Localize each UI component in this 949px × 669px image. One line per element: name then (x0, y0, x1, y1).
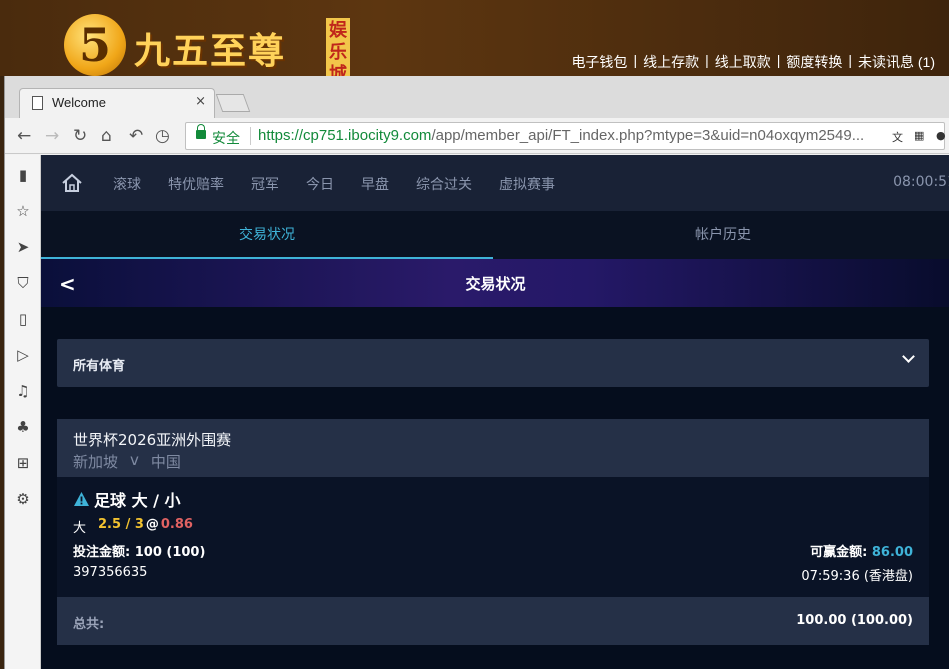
nav-today[interactable]: 今日 (306, 174, 334, 194)
address-toolbar: ← → ↻ ⌂ ↶ ◷ 安全 https://cp751.ibocity9.co… (5, 118, 949, 154)
back-arrow-icon[interactable]: ← (17, 126, 31, 146)
nav-early[interactable]: 早盘 (361, 174, 389, 194)
link-separator: | (848, 52, 852, 68)
link-withdraw[interactable]: 线上取款 (715, 52, 771, 72)
web-content: 滚球 特优赔率 冠军 今日 早盘 综合过关 虚拟赛事 08:00:51 交易状况… (41, 155, 949, 669)
phone-icon[interactable]: ▯ (13, 309, 33, 329)
browser-window: Welcome × ← → ↻ ⌂ ↶ ◷ 安全 https://cp751.i… (4, 76, 949, 669)
send-icon[interactable]: ➤ (13, 237, 33, 257)
home-team: 新加坡 (73, 453, 119, 471)
nav-live[interactable]: 滚球 (113, 174, 141, 194)
bookmark-icon[interactable]: ▮ (13, 165, 33, 185)
link-deposit[interactable]: 线上存款 (643, 52, 699, 72)
tab-bet-status[interactable]: 交易状况 (41, 211, 493, 259)
link-messages[interactable]: 未读讯息 (1) (858, 52, 935, 72)
star-icon[interactable]: ☆ (13, 201, 33, 221)
music-icon[interactable]: ♫ (13, 381, 33, 401)
link-transfer[interactable]: 额度转换 (786, 52, 842, 72)
stake-value: 100 (100) (134, 545, 206, 560)
qr-code-icon[interactable]: ▦ (914, 129, 928, 143)
bet-card-body: 足球 大 / 小 大 2.5 / 3 @ 0.86 投注金额: 100 (100… (57, 477, 929, 597)
chevron-down-icon (902, 350, 915, 363)
total-value: 100.00 (100.00) (796, 613, 913, 628)
browser-sidebar: ▮ ☆ ➤ ⛉ ▯ ▷ ♫ ♣ ⊞ ⚙ (5, 155, 41, 669)
shield-icon[interactable]: ⛉ (13, 273, 33, 293)
close-icon[interactable]: × (195, 94, 206, 109)
url-bar[interactable]: 安全 https://cp751.ibocity9.com/app/member… (185, 122, 946, 150)
link-separator: | (776, 52, 781, 68)
home-icon[interactable]: ⌂ (101, 126, 112, 146)
link-wallet[interactable]: 电子钱包 (571, 52, 627, 72)
url-text[interactable]: https://cp751.ibocity9.com/app/member_ap… (258, 127, 878, 144)
history-icon[interactable]: ◷ (155, 126, 170, 146)
bet-card-header: 世界杯2026亚洲外围赛 新加坡 v 中国 (57, 419, 929, 477)
new-tab-button[interactable] (215, 94, 251, 112)
match-teams: 新加坡 v 中国 (73, 451, 181, 472)
tab-title: Welcome (52, 95, 106, 110)
account-links: 电子钱包 | 线上存款 | 线上取款 | 额度转换 | 未读讯息 (1) (571, 52, 935, 72)
win-label: 可赢金额: (810, 545, 868, 560)
url-host: https://cp751.ibocity9.com (258, 127, 432, 144)
bet-time: 07:59:36 (香港盘) (801, 569, 913, 584)
browser-tab[interactable]: Welcome × (19, 88, 215, 118)
ticket-id: 397356635 (73, 565, 148, 580)
stake-label: 投注金额: (73, 545, 131, 560)
divider (250, 127, 251, 145)
translate-icon[interactable]: 文 (892, 129, 906, 144)
site-banner: 5 九五至尊 娱乐城 电子钱包 | 线上存款 | 线上取款 | 额度转换 | 未… (0, 0, 949, 76)
tab-account-history[interactable]: 帐户历史 (497, 211, 949, 259)
apps-icon[interactable]: ⊞ (13, 453, 33, 473)
logo-tag: 娱乐城 (326, 18, 350, 76)
tab-strip: Welcome × (5, 76, 949, 118)
sport-filter-value: 所有体育 (73, 359, 126, 374)
market-row: 足球 大 / 小 (73, 487, 181, 511)
market-name: 足球 大 / 小 (94, 491, 181, 510)
nav-parlay[interactable]: 综合过关 (416, 174, 472, 194)
at-sign: @ (145, 517, 159, 532)
main-nav: 滚球 特优赔率 冠军 今日 早盘 综合过关 虚拟赛事 08:00:51 (41, 155, 949, 211)
nav-outright[interactable]: 冠军 (251, 174, 279, 194)
section-header: < 交易状况 (41, 259, 949, 307)
win-value: 86.00 (871, 545, 913, 560)
reload-icon[interactable]: ↻ (73, 126, 87, 146)
league-name: 世界杯2026亚洲外围赛 (73, 431, 232, 449)
play-icon[interactable]: ▷ (13, 345, 33, 365)
logo-emblem: 5 (64, 14, 126, 76)
undo-icon[interactable]: ↶ (129, 126, 143, 146)
versus: v (130, 451, 139, 469)
selection: 大 (73, 521, 87, 536)
forward-arrow-icon[interactable]: → (45, 126, 59, 146)
sport-filter-dropdown[interactable]: 所有体育 (57, 339, 929, 387)
page-title: 交易状况 (465, 275, 526, 293)
link-separator: | (705, 52, 709, 68)
page-icon (32, 96, 43, 110)
sub-tabs: 交易状况 帐户历史 (41, 211, 949, 259)
home-icon[interactable] (61, 172, 83, 194)
handicap-line: 2.5 / 3 (98, 517, 144, 532)
potential-win: 可赢金额: 86.00 (810, 541, 913, 560)
clock: 08:00:51 (893, 174, 949, 190)
url-path: /app/member_api/FT_index.php?mtype=3&uid… (431, 127, 865, 144)
lock-icon (196, 124, 206, 139)
warning-icon (74, 492, 89, 506)
selection-line: 大 2.5 / 3 @ 0.86 (73, 517, 193, 536)
gear-icon[interactable]: ⚙ (13, 489, 33, 509)
link-separator: | (633, 52, 638, 68)
odds-value: 0.86 (160, 517, 193, 532)
nav-virtual[interactable]: 虚拟赛事 (499, 174, 555, 194)
nav-special-odds[interactable]: 特优赔率 (168, 174, 224, 194)
logo-text: 九五至尊 (134, 30, 287, 72)
plant-icon[interactable]: ♣ (13, 417, 33, 437)
total-row: 总共: 100.00 (100.00) (57, 597, 929, 645)
stake: 投注金额: 100 (100) (73, 541, 205, 560)
extension-icon[interactable]: ● (936, 129, 949, 143)
away-team: 中国 (150, 453, 181, 471)
total-label: 总共: (73, 617, 105, 632)
secure-label: 安全 (212, 130, 240, 146)
